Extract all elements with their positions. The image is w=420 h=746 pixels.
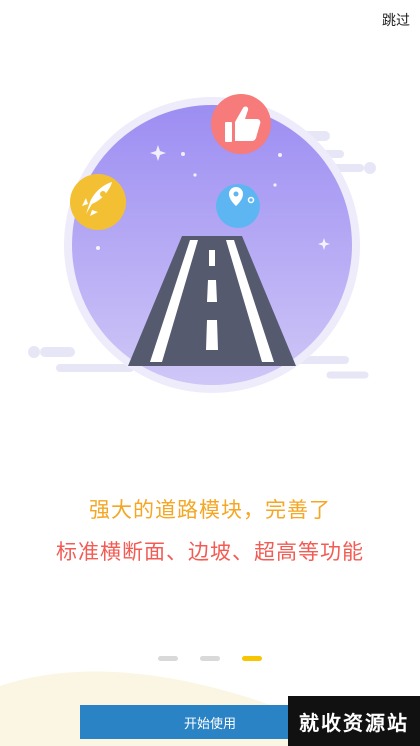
page-dot-2[interactable] (200, 656, 220, 661)
feature-title-line-1: 强大的道路模块，完善了 (89, 498, 331, 522)
page-dot-1[interactable] (158, 656, 178, 661)
thumbs-up-icon (211, 94, 271, 154)
page-dot-3-active[interactable] (242, 656, 262, 661)
skip-button[interactable]: 跳过 (382, 10, 410, 30)
road-illustration (28, 94, 376, 393)
feature-title-line-2: 标准横断面、边坡、超高等功能 (56, 540, 364, 564)
location-pin-icon (216, 184, 260, 228)
watermark: 就收资源站 (288, 696, 420, 746)
rocket-icon (70, 174, 126, 230)
page-indicator (0, 656, 420, 661)
